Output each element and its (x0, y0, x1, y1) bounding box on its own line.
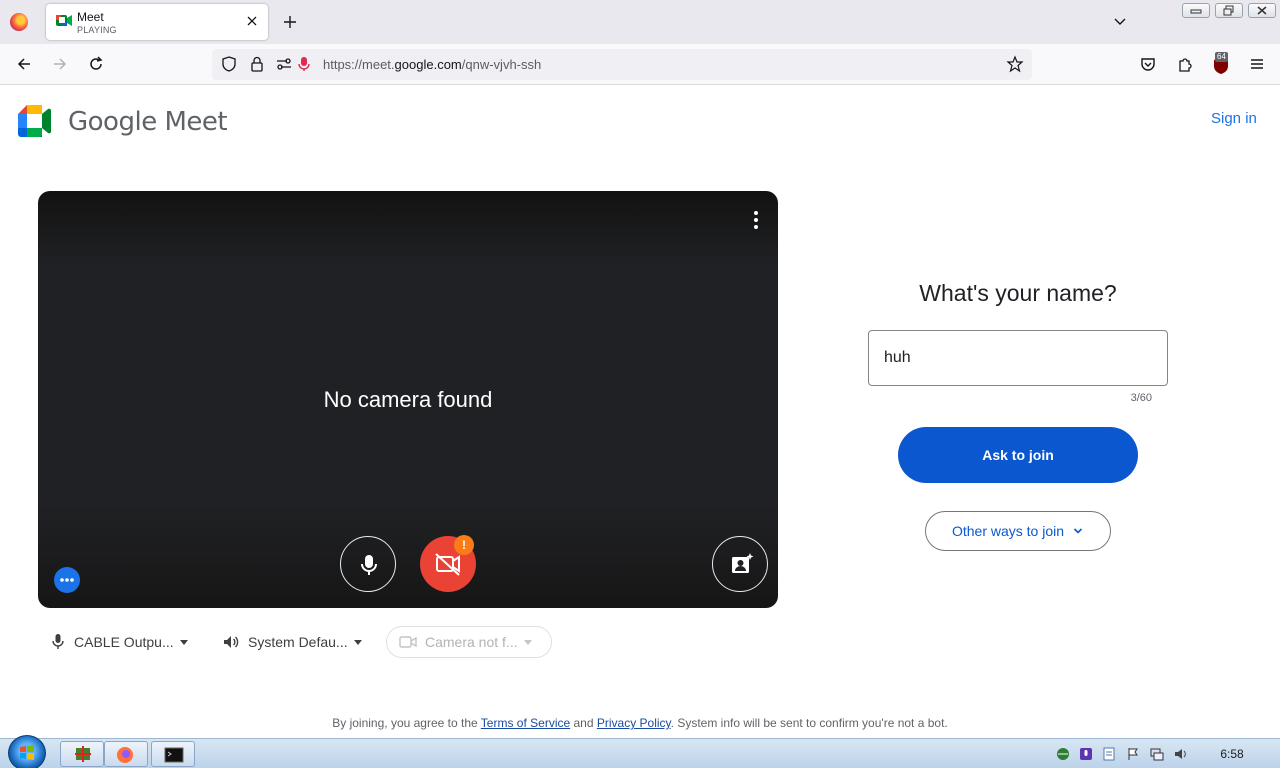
windows-logo-icon (20, 745, 34, 760)
tab-title: Meet (77, 10, 104, 24)
address-bar[interactable]: https://meet.google.com/qnw-vjvh-ssh (212, 49, 1032, 80)
command-prompt-icon (164, 747, 184, 763)
reload-icon[interactable] (86, 54, 106, 74)
taskbar: 6:58 (0, 735, 1280, 768)
voice-recorder-tray-icon[interactable] (1079, 747, 1093, 761)
close-tab-icon[interactable] (244, 13, 260, 29)
start-button[interactable] (8, 735, 46, 768)
volume-tray-icon[interactable] (1174, 747, 1188, 761)
visual-effects-icon (732, 553, 754, 573)
chevron-down-icon (1073, 528, 1083, 534)
more-options-icon[interactable] (752, 211, 760, 231)
chevron-down-icon (179, 639, 188, 645)
chevron-down-icon (523, 639, 532, 645)
firefox-icon[interactable] (10, 13, 28, 31)
sign-in-link[interactable]: Sign in (1211, 110, 1257, 127)
taskbar-clock[interactable]: 6:58 (1212, 747, 1252, 761)
taskbar-cmd-button[interactable] (151, 741, 195, 767)
app-icon (75, 746, 91, 762)
forward-icon[interactable] (50, 54, 70, 74)
tracking-shield-icon[interactable] (220, 55, 238, 73)
network-tray-icon[interactable] (1150, 747, 1164, 761)
google-meet-wordmark: Google Meet (68, 107, 228, 137)
visual-effects-button[interactable] (712, 536, 768, 592)
microphone-device-label: CABLE Outpu... (74, 634, 174, 650)
camera-select[interactable]: Camera not f... (386, 626, 552, 658)
ublock-extension-button[interactable]: 64 (1212, 52, 1230, 74)
microphone-select[interactable]: CABLE Outpu... (50, 626, 188, 658)
other-ways-to-join-button[interactable]: Other ways to join (925, 511, 1111, 551)
list-all-tabs-icon[interactable] (1111, 13, 1129, 31)
document-tray-icon[interactable] (1102, 747, 1116, 761)
microphone-toggle-button[interactable] (340, 536, 396, 592)
speaker-device-label: System Defau... (248, 634, 348, 650)
terms-of-service-link[interactable]: Terms of Service (481, 716, 570, 730)
chevron-down-icon (353, 639, 362, 645)
permissions-icon[interactable] (275, 55, 293, 73)
camera-device-label: Camera not f... (425, 634, 518, 650)
name-prompt-heading: What's your name? (919, 280, 1117, 306)
ask-to-join-button[interactable]: Ask to join (898, 427, 1138, 483)
close-window-icon (1257, 6, 1267, 15)
camera-icon (399, 636, 417, 648)
tab-playing-label: PLAYING (77, 25, 117, 35)
minimize-button[interactable] (1182, 3, 1210, 18)
terms-footer: By joining, you agree to the Terms of Se… (332, 716, 948, 730)
taskbar-app-button[interactable] (60, 741, 104, 767)
firefox-icon (117, 747, 133, 763)
pocket-icon[interactable] (1138, 54, 1158, 74)
navigation-bar: https://meet.google.com/qnw-vjvh-ssh (0, 44, 1280, 85)
close-window-button[interactable] (1248, 3, 1276, 18)
other-ways-label: Other ways to join (951, 523, 1065, 539)
action-center-flag-icon[interactable] (1126, 747, 1140, 761)
privacy-policy-link[interactable]: Privacy Policy (597, 716, 671, 730)
restore-icon (1223, 5, 1234, 16)
bookmark-star-icon[interactable] (1006, 55, 1024, 73)
extension-badge-count: 64 (1215, 52, 1228, 62)
more-actions-button[interactable] (54, 567, 80, 593)
no-camera-message: No camera found (323, 387, 493, 412)
speaker-icon (224, 636, 239, 648)
video-preview: No camera found ! (38, 191, 778, 608)
network-app-tray-icon[interactable] (1056, 747, 1070, 761)
menu-icon[interactable] (1247, 54, 1267, 74)
restore-button[interactable] (1215, 3, 1243, 18)
more-horizontal-icon (60, 578, 74, 582)
lock-icon[interactable] (248, 55, 266, 73)
back-icon[interactable] (14, 54, 34, 74)
taskbar-firefox-button[interactable] (104, 741, 148, 767)
minimize-icon (1190, 9, 1202, 14)
character-count: 3/60 (1130, 392, 1152, 404)
new-tab-icon[interactable] (280, 12, 300, 32)
tab-meet[interactable]: Meet PLAYING (46, 4, 268, 40)
microphone-in-use-icon[interactable] (297, 55, 311, 73)
name-input[interactable] (868, 330, 1168, 386)
url-text[interactable]: https://meet.google.com/qnw-vjvh-ssh (323, 57, 541, 72)
tab-strip: Meet PLAYING (0, 0, 1280, 44)
microphone-icon (361, 555, 377, 575)
speaker-select[interactable]: System Defau... (222, 626, 362, 658)
meet-favicon-icon (56, 15, 72, 26)
camera-warning-badge: ! (454, 535, 474, 555)
extensions-icon[interactable] (1175, 54, 1195, 74)
microphone-icon (52, 634, 64, 649)
google-meet-logo-icon (18, 105, 51, 137)
